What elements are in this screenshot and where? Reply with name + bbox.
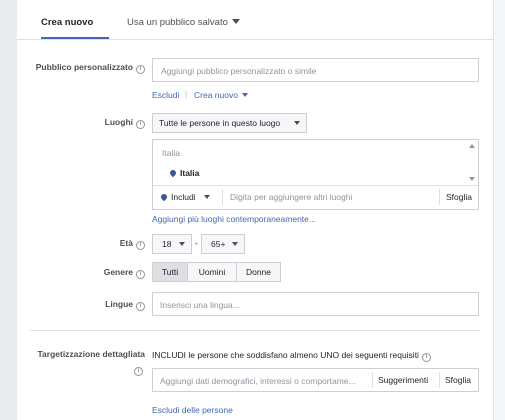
languages-input[interactable]: Inserisci una lingua... xyxy=(152,292,479,316)
browse-separator xyxy=(439,189,440,205)
page-edge xyxy=(493,0,505,420)
custom-audience-label: Pubblico personalizzato i xyxy=(18,62,145,74)
scroll-down-arrow[interactable] xyxy=(469,177,475,181)
detailed-description-text: INCLUDI le persone che soddisfano almeno… xyxy=(152,350,419,360)
chevron-down-icon xyxy=(241,93,248,97)
age-max-dropdown[interactable]: 65+ xyxy=(201,234,245,254)
location-pin-icon xyxy=(168,168,178,178)
age-label-text: Età xyxy=(119,238,133,248)
create-new-audience-link[interactable]: Crea nuovo xyxy=(194,90,248,100)
tab-saved-audience[interactable]: Usa un pubblico salvato xyxy=(127,17,240,28)
detailed-targeting-label: Targetizzazione dettagliata xyxy=(37,349,145,359)
include-separator xyxy=(222,189,223,205)
suggestions-button[interactable]: Suggerimenti xyxy=(378,375,428,385)
places-box-divider xyxy=(153,185,478,186)
tab-create-new[interactable]: Crea nuovo xyxy=(41,17,93,28)
info-icon[interactable]: i xyxy=(136,65,145,74)
places-input-placeholder[interactable]: Digita per aggiungere altri luoghi xyxy=(230,192,352,202)
places-label: Luoghi i xyxy=(60,117,145,129)
age-max-value: 65+ xyxy=(211,239,226,249)
places-scope-value: Tutte le persone in questo luogo xyxy=(159,118,281,128)
exclude-people-link[interactable]: Escludi delle persone xyxy=(152,405,233,415)
scroll-up-arrow[interactable] xyxy=(469,144,475,148)
languages-label: Lingue i xyxy=(80,299,145,311)
chevron-down-icon xyxy=(179,242,185,246)
exclude-audience-link[interactable]: Escludi xyxy=(152,90,179,100)
custom-audience-input[interactable]: Aggiungi pubblico personalizzato o simil… xyxy=(152,58,479,82)
gender-option-men[interactable]: Uomini xyxy=(187,262,237,282)
places-scope-dropdown[interactable]: Tutte le persone in questo luogo xyxy=(152,113,307,133)
places-group-header: Italia xyxy=(162,148,180,158)
gender-label-text: Genere xyxy=(103,267,133,277)
custom-audience-placeholder: Aggiungi pubblico personalizzato o simil… xyxy=(161,66,317,76)
chevron-down-icon xyxy=(232,242,238,246)
include-dropdown[interactable]: Includi xyxy=(159,192,210,202)
tabs-divider xyxy=(17,39,493,40)
tab-saved-label: Usa un pubblico salvato xyxy=(127,17,228,28)
detailed-targeting-input[interactable]: Aggiungi dati demografici, interessi o c… xyxy=(152,368,479,392)
selected-place-italia[interactable]: Italia xyxy=(168,168,200,178)
age-min-dropdown[interactable]: 18 xyxy=(152,234,192,254)
info-icon[interactable]: i xyxy=(136,241,145,250)
chevron-down-icon xyxy=(203,195,210,199)
gender-label: Genere i xyxy=(80,267,145,279)
info-icon[interactable]: i xyxy=(136,120,145,129)
detailed-browse-button[interactable]: Sfoglia xyxy=(445,375,471,385)
info-icon[interactable]: i xyxy=(136,270,145,279)
link-separator: | xyxy=(185,89,188,99)
selected-place-label: Italia xyxy=(180,168,200,178)
gender-option-women[interactable]: Donne xyxy=(236,262,281,282)
age-range-dash: - xyxy=(195,238,198,248)
age-label: Età i xyxy=(90,238,145,250)
places-label-text: Luoghi xyxy=(104,117,133,127)
chevron-down-icon xyxy=(294,121,300,125)
section-divider xyxy=(30,330,480,331)
custom-audience-label-text: Pubblico personalizzato xyxy=(35,62,133,72)
add-bulk-places-link[interactable]: Aggiungi più luoghi contemporaneamente..… xyxy=(152,214,316,224)
gender-option-all[interactable]: Tutti xyxy=(152,262,188,282)
detailed-targeting-placeholder: Aggiungi dati demografici, interessi o c… xyxy=(160,376,356,386)
create-new-label: Crea nuovo xyxy=(194,90,238,100)
location-pin-icon xyxy=(159,192,169,202)
languages-label-text: Lingue xyxy=(105,299,133,309)
info-icon[interactable]: i xyxy=(134,367,143,376)
detailed-targeting-description: INCLUDI le persone che soddisfano almeno… xyxy=(152,350,431,362)
suggestions-separator xyxy=(372,372,373,388)
info-icon[interactable]: i xyxy=(421,353,431,362)
caret-down-icon xyxy=(231,19,240,24)
places-browse-button[interactable]: Sfoglia xyxy=(446,192,472,202)
include-label: Includi xyxy=(171,192,196,202)
age-min-value: 18 xyxy=(162,239,172,249)
languages-placeholder: Inserisci una lingua... xyxy=(160,300,240,310)
detailed-browse-separator xyxy=(439,372,440,388)
info-icon[interactable]: i xyxy=(136,302,145,311)
